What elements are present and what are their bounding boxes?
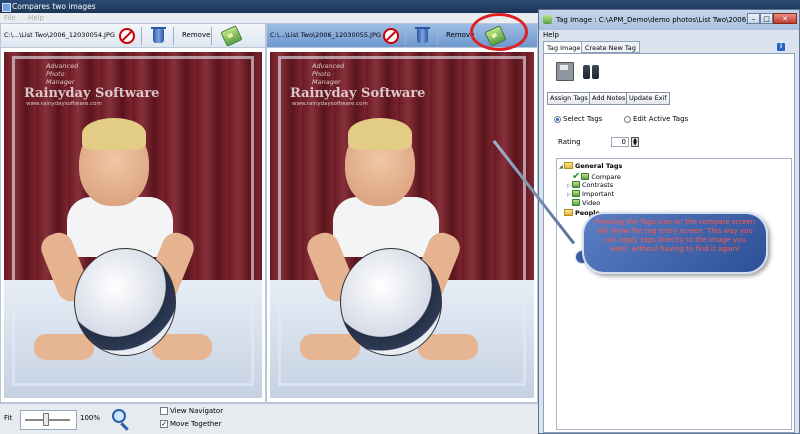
view-navigator-checkbox[interactable]	[160, 407, 168, 415]
watermark-brand: Rainyday Software	[24, 86, 160, 101]
rating-spinner[interactable]: ▲ ▼	[631, 137, 639, 147]
tree-node-label: Compare	[591, 173, 621, 181]
folder-icon	[564, 209, 573, 216]
watermark: Advanced Photo Manager Rainyday Software…	[24, 62, 159, 107]
select-tags-radio[interactable]	[554, 116, 561, 123]
toolbar-separator	[405, 27, 406, 45]
right-image-pane: C:\...\List Two\2006_12030055.JPG Remove…	[266, 23, 538, 403]
folder-icon	[564, 162, 573, 169]
tree-node-important[interactable]: ▷ Important	[567, 190, 614, 198]
binoculars-icon[interactable]	[582, 61, 600, 80]
view-navigator-label: View Navigator	[170, 407, 224, 415]
bottom-toolbar: Fit 100% View Navigator ✓ Move Together	[0, 403, 540, 434]
tree-node-contrasts[interactable]: ▷ Contrasts	[567, 181, 613, 189]
watermark-line: Advanced	[46, 62, 79, 70]
toolbar-separator	[141, 27, 142, 45]
left-filename: C:\...\List Two\2006_12030054.JPG	[4, 31, 115, 39]
minimize-button[interactable]: –	[747, 13, 760, 24]
tab-create-new-tag[interactable]: Create New Tag	[581, 41, 640, 53]
tree-node-general-tags[interactable]: ◢ General Tags	[559, 162, 622, 170]
menu-help[interactable]: Help	[28, 14, 44, 22]
tab-tag-image[interactable]: Tag Image	[543, 41, 585, 53]
left-pane-toolbar: C:\...\List Two\2006_12030054.JPG Remove	[1, 24, 265, 48]
magnifier-icon[interactable]	[112, 409, 126, 423]
reject-icon[interactable]	[119, 28, 135, 44]
menu-bar: File Help	[0, 13, 540, 23]
watermark-line: Manager	[312, 78, 341, 86]
maximize-button[interactable]: □	[760, 13, 773, 24]
add-notes-button[interactable]: Add Notes	[589, 92, 629, 105]
update-exif-button[interactable]: Update Exif	[626, 92, 670, 105]
tag-icon	[572, 181, 580, 188]
tree-node-label: Important	[582, 190, 615, 198]
reject-icon[interactable]	[383, 28, 399, 44]
zoom-thumb[interactable]	[43, 413, 49, 426]
rating-input[interactable]: 0	[611, 137, 629, 147]
dialog-title-bar: Tag Image : C:\APM_Demo\demo photos\List…	[539, 10, 799, 30]
left-image-pane: C:\...\List Two\2006_12030054.JPG Remove…	[0, 23, 266, 403]
tree-node-label: Contrasts	[582, 181, 614, 189]
tree-node-video[interactable]: Video	[567, 199, 600, 207]
tag-app-icon	[543, 15, 552, 24]
watermark-url: www.rainydaysoftware.com	[292, 101, 368, 107]
move-together-checkbox[interactable]: ✓	[160, 420, 168, 428]
highlight-circle	[470, 13, 528, 51]
tags-tree: ◢ General Tags ✔ Compare ▷ Contrasts ▷ Impor…	[556, 158, 792, 430]
tree-node-label: General Tags	[575, 162, 623, 170]
watermark-line: Advanced	[312, 62, 345, 70]
assign-tags-button[interactable]: Assign Tags	[547, 92, 591, 105]
fit-label: Fit	[4, 414, 13, 422]
save-icon[interactable]	[556, 62, 574, 81]
trash-icon[interactable]	[151, 27, 166, 43]
callout-bubble: Pressing the Tags icon on the compare sc…	[582, 212, 768, 274]
move-together-label: Move Together	[170, 420, 222, 428]
zoom-value: 100%	[80, 414, 101, 422]
left-photo[interactable]: Advanced Photo Manager Rainyday Software…	[4, 52, 262, 398]
menu-file[interactable]: File	[4, 14, 16, 22]
callout-text: Pressing the Tags icon on the compare sc…	[594, 218, 756, 253]
app-icon	[2, 3, 11, 12]
remove-button[interactable]: Remove	[182, 31, 210, 39]
tag-icon	[572, 199, 580, 206]
watermark-line: Manager	[46, 78, 75, 86]
watermark-line: Photo	[46, 70, 65, 78]
window-title: Compares two images	[12, 2, 96, 11]
watermark: Advanced Photo Manager Rainyday Software…	[290, 62, 425, 107]
info-icon[interactable]: i	[777, 43, 785, 51]
tag-icon	[572, 190, 580, 197]
toolbar-separator	[173, 27, 174, 45]
right-photo[interactable]: Advanced Photo Manager Rainyday Software…	[270, 52, 534, 398]
rating-label: Rating	[558, 138, 581, 146]
watermark-url: www.rainydaysoftware.com	[26, 101, 102, 107]
toolbar-separator	[437, 27, 438, 45]
select-tags-label: Select Tags	[563, 115, 603, 123]
edit-active-tags-label: Edit Active Tags	[633, 115, 689, 123]
tree-node-label: Video	[582, 199, 601, 207]
toolbar-separator	[211, 27, 212, 45]
dialog-title: Tag Image : C:\APM_Demo\demo photos\List…	[556, 16, 757, 24]
watermark-line: Photo	[312, 70, 331, 78]
trash-icon[interactable]	[415, 27, 430, 43]
edit-active-tags-radio[interactable]	[624, 116, 631, 123]
dialog-menu-help[interactable]: Help	[543, 31, 559, 39]
zoom-slider[interactable]	[20, 410, 77, 430]
right-filename: C:\...\List Two\2006_12030055.JPG	[270, 31, 381, 39]
tags-icon[interactable]	[220, 25, 243, 47]
tag-icon	[581, 173, 590, 180]
watermark-brand: Rainyday Software	[290, 86, 426, 101]
close-button[interactable]: ✕	[773, 13, 797, 24]
